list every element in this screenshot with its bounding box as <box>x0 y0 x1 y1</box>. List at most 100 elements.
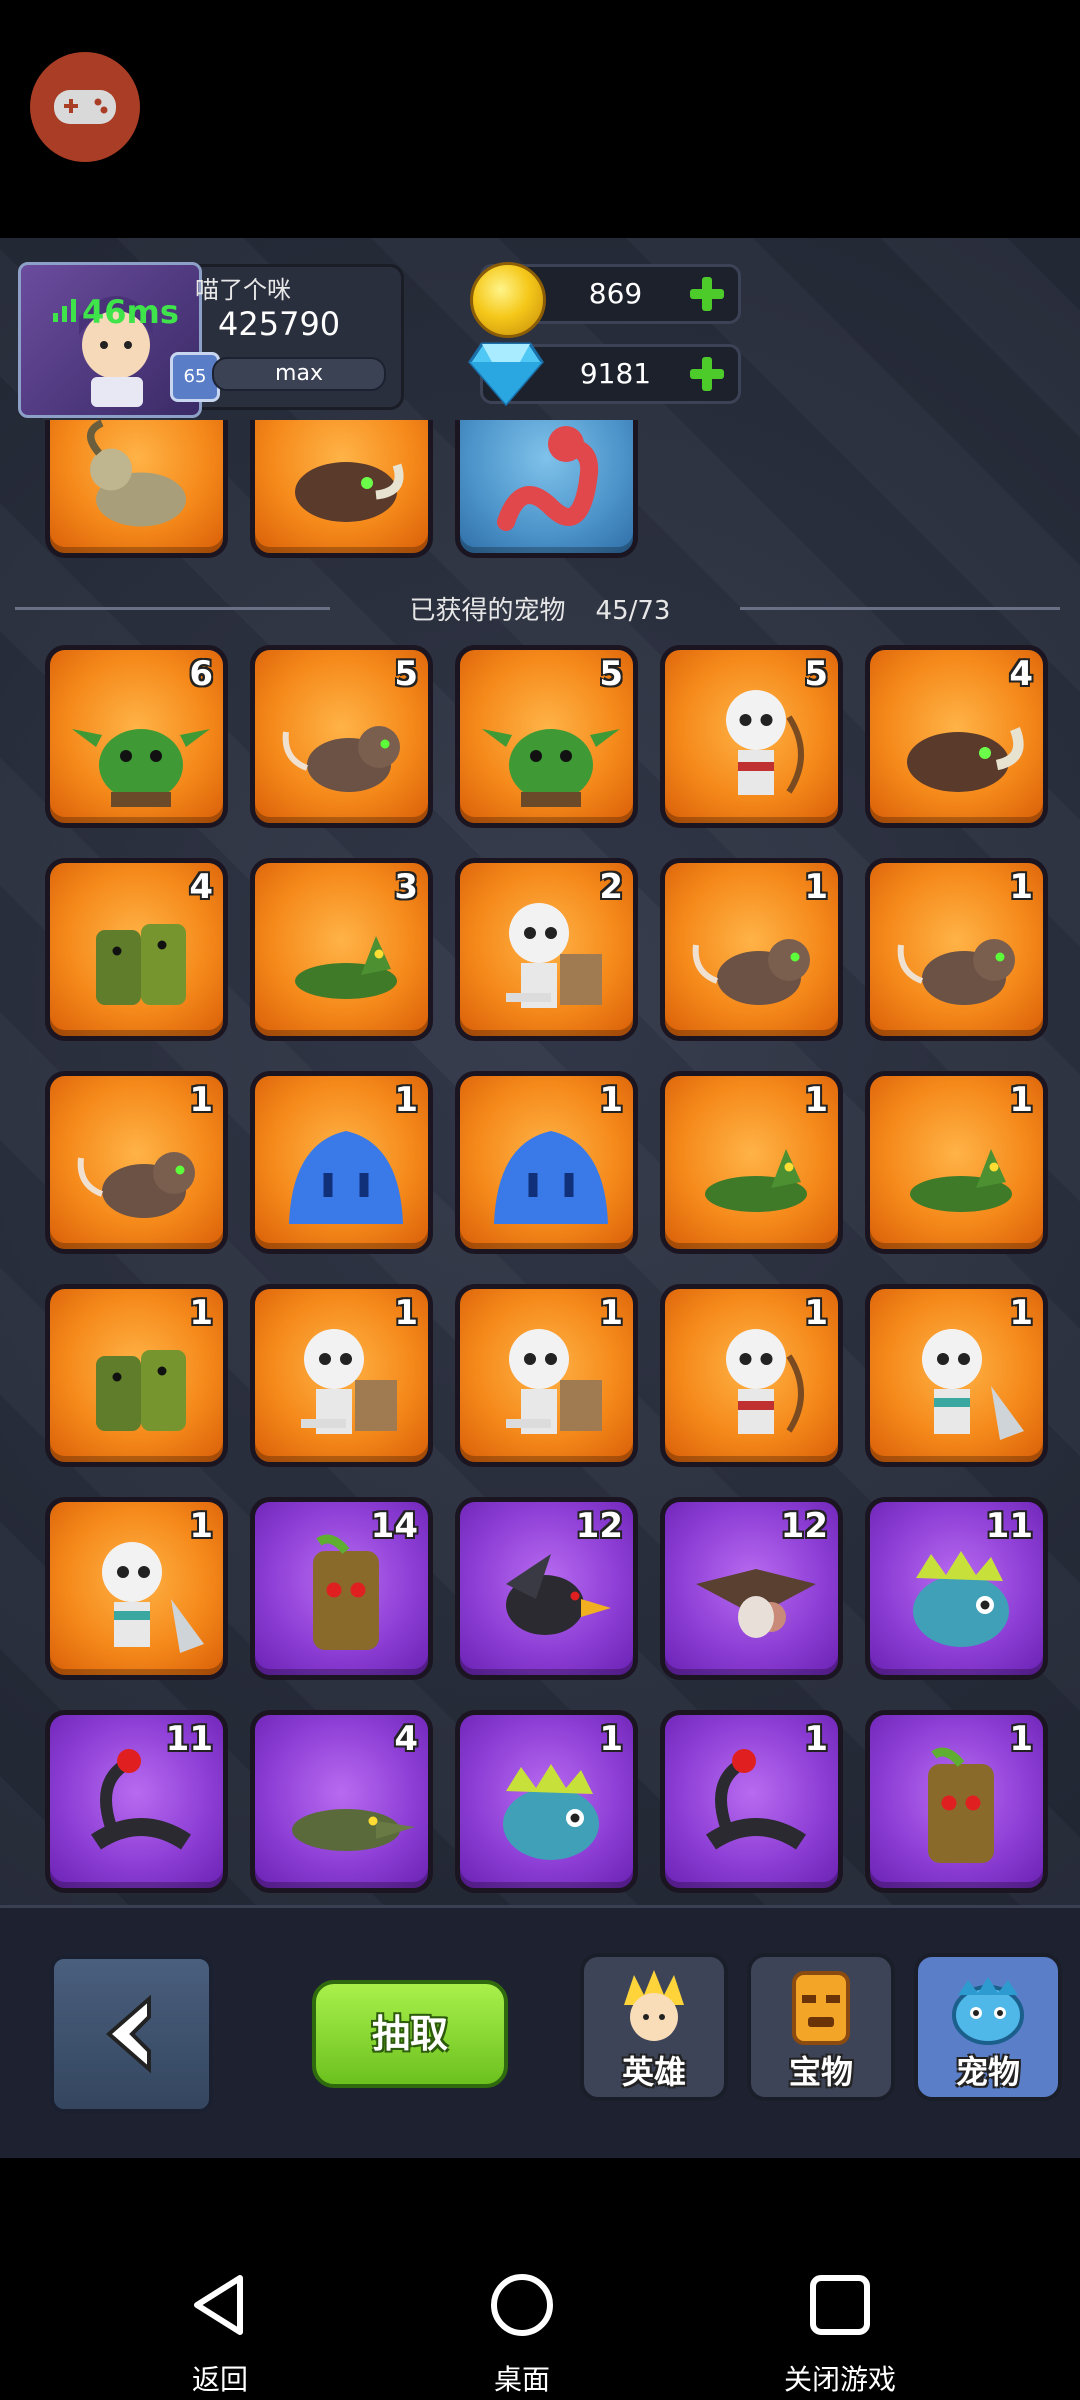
pet-count-badge: 11 <box>985 1506 1033 1546</box>
fish-lizard-icon <box>503 1764 599 1860</box>
pet-tile[interactable]: 14 <box>250 1497 433 1680</box>
boar-icon <box>295 462 404 522</box>
pet-tile[interactable]: 1 <box>250 1071 433 1254</box>
croc-icon <box>292 1809 415 1851</box>
goblin-icon <box>482 729 620 807</box>
pet-count-badge: 1 <box>804 867 828 907</box>
diamond-icon <box>468 342 544 407</box>
pet-count-badge: 1 <box>599 1080 623 1120</box>
pet-tile[interactable]: 12 <box>660 1497 843 1680</box>
gold-coin-icon <box>470 262 546 338</box>
lizard-icon <box>705 1149 807 1212</box>
pet-count-badge: 5 <box>599 654 623 694</box>
pet-count-badge: 11 <box>165 1719 213 1759</box>
floating-assistant-button[interactable] <box>30 52 140 162</box>
home-circle-icon <box>491 2274 553 2336</box>
pet-count-badge: 1 <box>1009 1080 1033 1120</box>
game-back-button[interactable] <box>50 1955 213 2113</box>
treant-icon <box>313 1534 379 1650</box>
pet-count-badge: 1 <box>189 1080 213 1120</box>
skeleton-shield-icon <box>506 1329 602 1434</box>
pet-tile[interactable]: 1 <box>865 858 1048 1041</box>
pet-tile[interactable]: 5 <box>455 645 638 828</box>
tab-hero-label: 英雄 <box>621 2053 686 2091</box>
add-gold-button[interactable] <box>686 273 728 315</box>
add-gem-button[interactable] <box>686 353 728 395</box>
pet-tile[interactable] <box>45 420 228 558</box>
fish-lizard-icon <box>913 1551 1009 1647</box>
nav-close-game-button[interactable]: 关闭游戏 <box>740 2270 940 2398</box>
pet-tile[interactable]: 6 <box>45 645 228 828</box>
pet-count-badge: 4 <box>394 1719 418 1759</box>
pet-tile[interactable] <box>455 420 638 558</box>
pet-count-badge: 1 <box>599 1719 623 1759</box>
player-name: 喵了个咪 <box>195 276 291 304</box>
rat-icon <box>77 1152 195 1218</box>
pet-count-badge: 1 <box>804 1293 828 1333</box>
pet-tile[interactable]: 4 <box>250 1710 433 1893</box>
pet-tile[interactable]: 1 <box>660 1284 843 1467</box>
chevron-left-icon <box>105 1994 151 2074</box>
goat-icon <box>87 420 186 527</box>
draw-button[interactable]: 抽取 <box>312 1980 508 2088</box>
pet-tile[interactable]: 1 <box>455 1071 638 1254</box>
section-title-text: 已获得的宠物 <box>409 596 566 626</box>
pet-tile[interactable]: 1 <box>45 1284 228 1467</box>
nav-back-button[interactable]: 返回 <box>120 2270 320 2398</box>
pet-tile[interactable]: 1 <box>250 1284 433 1467</box>
partial-pet-row <box>0 420 1080 560</box>
tab-treasure[interactable]: 宝物 <box>747 1953 895 2101</box>
nav-home-button[interactable]: 桌面 <box>422 2270 622 2398</box>
rat-icon <box>282 726 400 792</box>
slime-icon <box>494 1131 608 1224</box>
pet-tile[interactable]: 1 <box>865 1284 1048 1467</box>
pet-tile[interactable]: 12 <box>455 1497 638 1680</box>
pet-count-badge: 5 <box>804 654 828 694</box>
pet-count-badge: 1 <box>599 1293 623 1333</box>
pet-count-badge: 4 <box>1009 654 1033 694</box>
pet-tile[interactable]: 11 <box>45 1710 228 1893</box>
pet-tile[interactable]: 1 <box>660 858 843 1041</box>
lizard-icon <box>910 1149 1012 1212</box>
pet-count-badge: 6 <box>189 654 213 694</box>
back-triangle-icon <box>194 2275 243 2335</box>
pet-count-badge: 4 <box>189 867 213 907</box>
pet-tile[interactable]: 1 <box>660 1710 843 1893</box>
pet-tile[interactable]: 4 <box>45 858 228 1041</box>
rat-icon <box>897 939 1015 1005</box>
treasure-icon <box>792 1971 850 2045</box>
worm-icon <box>497 426 599 531</box>
pet-tile[interactable] <box>250 420 433 558</box>
pet-tile[interactable]: 1 <box>455 1710 638 1893</box>
pet-tile[interactable]: 5 <box>250 645 433 828</box>
pet-tile[interactable]: 11 <box>865 1497 1048 1680</box>
pet-tile[interactable]: 1 <box>455 1284 638 1467</box>
pet-tile[interactable]: 3 <box>250 858 433 1041</box>
tab-pet[interactable]: 宠物 <box>914 1953 1062 2101</box>
pet-count-badge: 1 <box>394 1080 418 1120</box>
pet-tile[interactable]: 1 <box>45 1071 228 1254</box>
pet-tile[interactable]: 4 <box>865 645 1048 828</box>
pet-grid: 6 5 5 5 4 4 3 2 1 1 1 1 1 1 1 1 1 1 1 1 1 14 12 12 11 11 4 1 1 1 <box>45 645 1050 1893</box>
pet-tile[interactable]: 2 <box>455 858 638 1041</box>
nav-back-label: 返回 <box>191 2363 248 2396</box>
pet-tile[interactable]: 1 <box>865 1710 1048 1893</box>
pet-count: 45/73 <box>595 596 671 626</box>
pet-count-badge: 1 <box>804 1080 828 1120</box>
pet-tile[interactable]: 5 <box>660 645 843 828</box>
pet-count-badge: 1 <box>1009 867 1033 907</box>
pet-count-badge: 3 <box>394 867 418 907</box>
treant-icon <box>928 1747 994 1863</box>
skeleton-shield-icon <box>301 1329 397 1434</box>
pet-count-badge: 12 <box>575 1506 623 1546</box>
skeleton-axe-icon <box>922 1329 1024 1440</box>
pet-tile[interactable]: 1 <box>865 1071 1048 1254</box>
pet-tile[interactable]: 1 <box>45 1497 228 1680</box>
tab-treasure-label: 宝物 <box>788 2053 853 2091</box>
pet-count-badge: 5 <box>394 654 418 694</box>
pet-tile[interactable]: 1 <box>660 1071 843 1254</box>
gem-value: 9181 <box>579 357 652 390</box>
tab-hero[interactable]: 英雄 <box>580 1953 728 2101</box>
pet-count-badge: 1 <box>1009 1293 1033 1333</box>
gamepad-icon <box>54 90 116 124</box>
